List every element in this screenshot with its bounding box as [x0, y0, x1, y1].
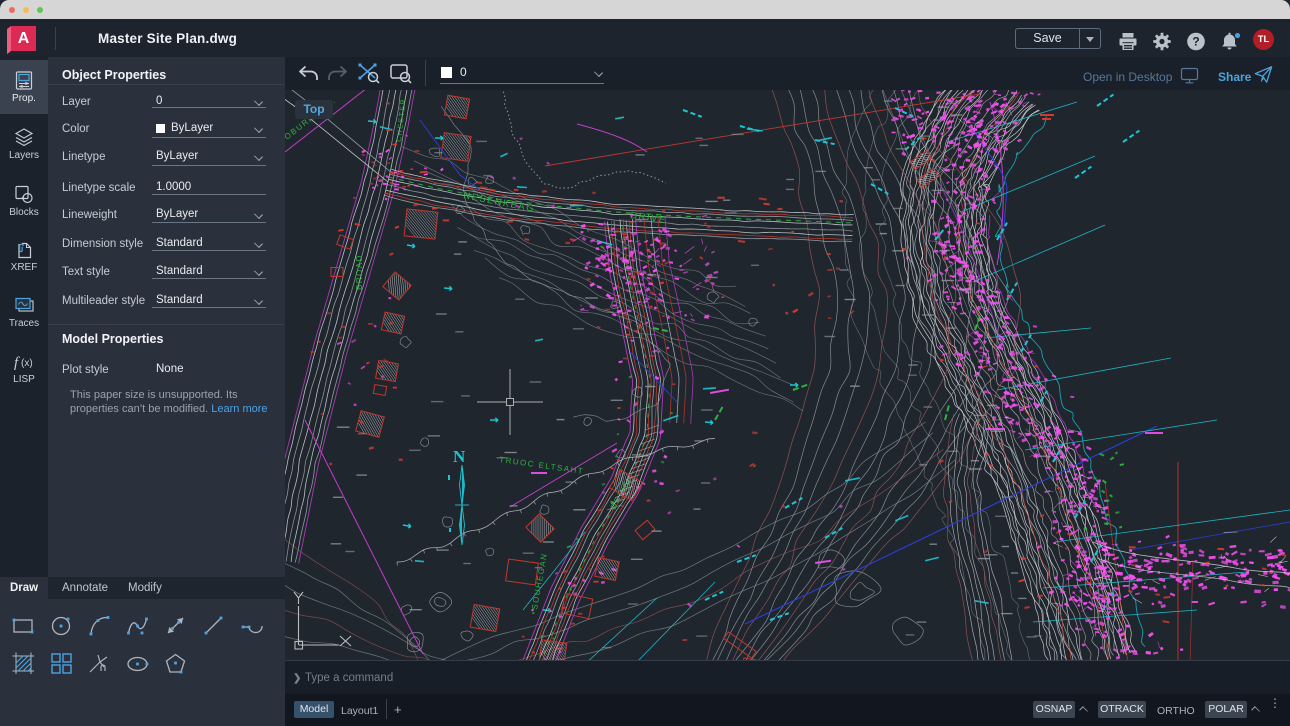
- svg-text:f: f: [14, 355, 20, 371]
- svg-text:NESENKEAG: NESENKEAG: [462, 190, 535, 215]
- svg-text:BROAD: BROAD: [355, 254, 364, 290]
- svg-text:N: N: [453, 447, 466, 466]
- svg-text:(x): (x): [21, 358, 33, 369]
- svg-text:?: ?: [1192, 35, 1199, 49]
- svg-text:DRIVE: DRIVE: [630, 210, 668, 226]
